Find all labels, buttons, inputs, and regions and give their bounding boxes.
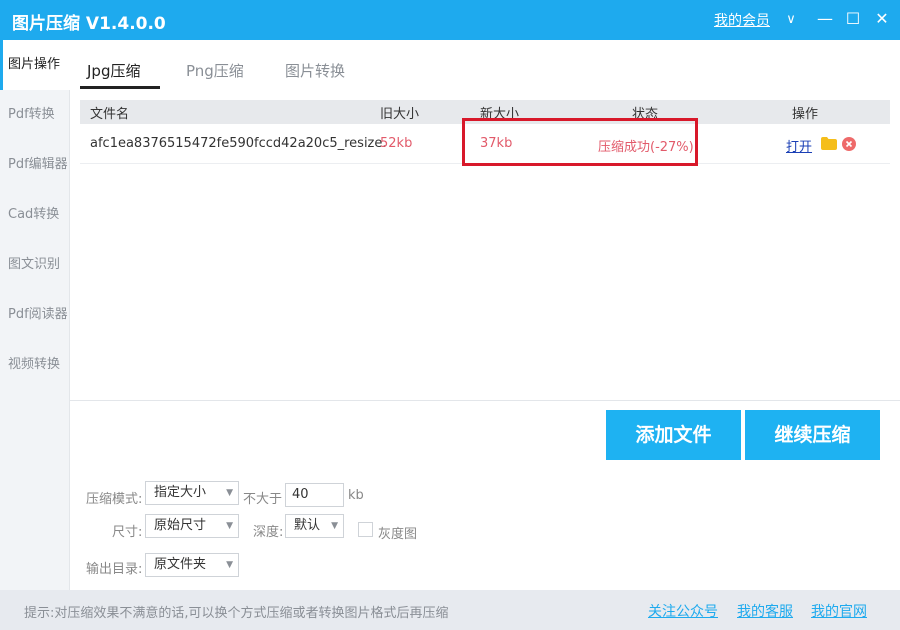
header-action: 操作 bbox=[792, 107, 819, 122]
official-site-link[interactable]: 我的官网 bbox=[811, 601, 867, 621]
member-link[interactable]: 我的会员 bbox=[714, 10, 770, 30]
dimension-label: 尺寸: bbox=[112, 525, 143, 540]
dimension-value: 原始尺寸 bbox=[154, 518, 207, 533]
add-files-button[interactable]: 添加文件 bbox=[606, 410, 741, 460]
size-unit-label: kb bbox=[348, 488, 364, 503]
maximize-button[interactable]: ☐ bbox=[842, 8, 864, 30]
follow-wechat-link[interactable]: 关注公众号 bbox=[648, 601, 718, 621]
customer-service-link[interactable]: 我的客服 bbox=[737, 601, 793, 621]
tab-bar: Jpg压缩 Png压缩 图片转换 bbox=[70, 40, 900, 90]
dropdown-arrow-icon: ▼ bbox=[331, 521, 338, 531]
dropdown-arrow-icon: ▼ bbox=[226, 560, 233, 570]
tab-jpg-compress[interactable]: Jpg压缩 bbox=[87, 60, 140, 81]
active-tab-indicator bbox=[80, 86, 160, 89]
tab-png-compress[interactable]: Png压缩 bbox=[186, 60, 244, 81]
row-filename: afc1ea8376515472fe590fccd42a20c5_resize. bbox=[90, 136, 387, 151]
not-exceed-label: 不大于 bbox=[243, 492, 283, 507]
dropdown-arrow-icon: ▼ bbox=[226, 521, 233, 531]
depth-value: 默认 bbox=[294, 518, 321, 533]
output-dir-value: 原文件夹 bbox=[154, 557, 207, 572]
row-old-size: 52kb bbox=[380, 136, 413, 151]
title-bar: 图片压缩 V1.4.0.0 我的会员 ∨ — ☐ ✕ bbox=[0, 0, 900, 40]
open-file-link[interactable]: 打开 bbox=[786, 136, 812, 155]
sidebar: 图片操作 Pdf转换 Pdf编辑器 Cad转换 图文识别 Pdf阅读器 视频转换 bbox=[0, 40, 70, 590]
delete-icon[interactable] bbox=[842, 137, 856, 151]
sidebar-item-pdf-editor[interactable]: Pdf编辑器 bbox=[0, 140, 70, 190]
close-button[interactable]: ✕ bbox=[871, 8, 893, 30]
depth-select[interactable]: 默认 ▼ bbox=[285, 514, 344, 538]
header-old-size: 旧大小 bbox=[380, 107, 420, 122]
output-dir-select[interactable]: 原文件夹 ▼ bbox=[145, 553, 239, 577]
sidebar-item-cad-convert[interactable]: Cad转换 bbox=[0, 190, 70, 240]
size-input[interactable]: 40 bbox=[285, 483, 344, 507]
divider bbox=[70, 400, 900, 401]
minimize-button[interactable]: — bbox=[814, 8, 836, 30]
continue-compress-button[interactable]: 继续压缩 bbox=[745, 410, 880, 460]
compress-mode-value: 指定大小 bbox=[154, 485, 207, 500]
grayscale-label: 灰度图 bbox=[378, 527, 418, 542]
output-dir-label: 输出目录: bbox=[86, 562, 143, 577]
footer-tip: 提示:对压缩效果不满意的话,可以换个方式压缩或者转换图片格式后再压缩 bbox=[24, 606, 449, 621]
header-filename: 文件名 bbox=[90, 107, 130, 122]
compress-mode-label: 压缩模式: bbox=[86, 492, 143, 507]
app-title: 图片压缩 V1.4.0.0 bbox=[12, 14, 166, 34]
sidebar-item-image-ops[interactable]: 图片操作 bbox=[0, 40, 70, 90]
sidebar-item-pdf-convert[interactable]: Pdf转换 bbox=[0, 90, 70, 140]
sidebar-item-pdf-reader[interactable]: Pdf阅读器 bbox=[0, 290, 70, 340]
footer: 提示:对压缩效果不满意的话,可以换个方式压缩或者转换图片格式后再压缩 关注公众号… bbox=[0, 590, 900, 630]
grayscale-checkbox[interactable] bbox=[358, 522, 373, 537]
sidebar-item-ocr[interactable]: 图文识别 bbox=[0, 240, 70, 290]
compress-mode-select[interactable]: 指定大小 ▼ bbox=[145, 481, 239, 505]
folder-icon[interactable] bbox=[821, 137, 837, 150]
depth-label: 深度: bbox=[253, 525, 284, 540]
dropdown-arrow-icon: ▼ bbox=[226, 488, 233, 498]
highlight-box bbox=[462, 118, 698, 166]
chevron-down-icon[interactable]: ∨ bbox=[780, 9, 802, 31]
tab-image-convert[interactable]: 图片转换 bbox=[285, 60, 345, 81]
dimension-select[interactable]: 原始尺寸 ▼ bbox=[145, 514, 239, 538]
sidebar-item-video-convert[interactable]: 视频转换 bbox=[0, 340, 70, 390]
